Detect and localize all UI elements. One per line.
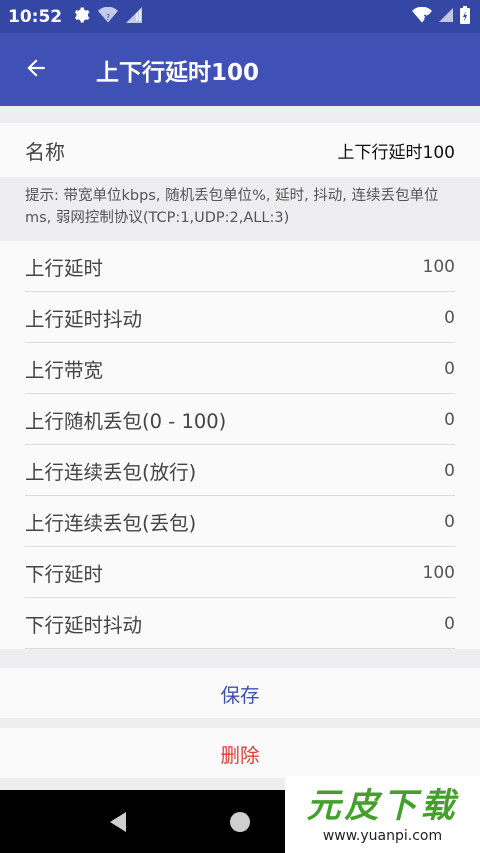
wifi-unknown-icon: ?: [98, 6, 119, 27]
app-bar: 上下行延时100: [0, 33, 480, 106]
param-value[interactable]: 0: [444, 308, 455, 328]
param-label: 下行延时: [25, 563, 104, 586]
watermark-logo: 元皮下载 www.yuanpi.com: [285, 776, 480, 853]
param-value[interactable]: 0: [444, 512, 455, 532]
status-icons-right: [412, 5, 470, 28]
status-bar: 10:52 ?: [0, 0, 480, 33]
page-title: 上下行延时100: [96, 59, 260, 86]
param-label: 上行延时: [25, 257, 104, 280]
param-value[interactable]: 0: [444, 359, 455, 379]
param-row-uplink-delay[interactable]: 上行延时 100: [0, 241, 480, 292]
param-label: 上行延时抖动: [25, 308, 143, 331]
param-row-uplink-random-loss[interactable]: 上行随机丢包(0 - 100) 0: [0, 394, 480, 445]
param-row-downlink-delay[interactable]: 下行延时 100: [0, 547, 480, 598]
status-icons-left: ?: [72, 6, 143, 28]
param-value[interactable]: 100: [423, 563, 455, 583]
status-time: 10:52: [8, 6, 63, 27]
watermark-url: www.yuanpi.com: [322, 827, 443, 844]
name-label: 名称: [25, 139, 65, 164]
param-value[interactable]: 0: [444, 614, 455, 634]
param-label: 上行连续丢包(放行): [25, 461, 197, 484]
param-row-uplink-bandwidth[interactable]: 上行带宽 0: [0, 343, 480, 394]
signal-icon: [126, 6, 143, 27]
param-label: 上行随机丢包(0 - 100): [25, 410, 227, 433]
battery-icon: [460, 5, 470, 28]
gear-icon: [72, 6, 90, 28]
save-button[interactable]: 保存: [0, 668, 480, 718]
param-value[interactable]: 0: [444, 461, 455, 481]
param-row-uplink-burst-drop[interactable]: 上行连续丢包(丢包) 0: [0, 496, 480, 547]
param-row-uplink-burst-pass[interactable]: 上行连续丢包(放行) 0: [0, 445, 480, 496]
delete-button[interactable]: 删除: [0, 728, 480, 778]
param-label: 上行带宽: [25, 359, 104, 382]
param-row-downlink-jitter[interactable]: 下行延时抖动 0: [0, 598, 480, 649]
param-label: 下行延时抖动: [25, 614, 143, 637]
back-button[interactable]: [10, 44, 62, 96]
param-value[interactable]: 0: [444, 410, 455, 430]
nav-home-icon[interactable]: [229, 811, 251, 837]
nav-back-icon[interactable]: [108, 811, 128, 837]
hint-text: 提示: 带宽单位kbps, 随机丢包单位%, 延时, 抖动, 连续丢包单位ms,…: [25, 188, 439, 226]
wifi-off-icon: [412, 6, 432, 27]
cell-signal-icon: [439, 7, 453, 27]
watermark-title: 元皮下载: [306, 785, 459, 826]
param-list: 上行延时 100 上行延时抖动 0 上行带宽 0 上行随机丢包(0 - 100)…: [0, 241, 480, 649]
svg-text:?: ?: [106, 13, 110, 22]
param-label: 上行连续丢包(丢包): [25, 512, 197, 535]
name-value[interactable]: 上下行延时100: [338, 138, 455, 163]
param-value[interactable]: 100: [423, 257, 455, 277]
param-row-uplink-jitter[interactable]: 上行延时抖动 0: [0, 292, 480, 343]
name-row[interactable]: 名称 上下行延时100: [0, 123, 480, 177]
arrow-left-icon: [23, 55, 49, 85]
